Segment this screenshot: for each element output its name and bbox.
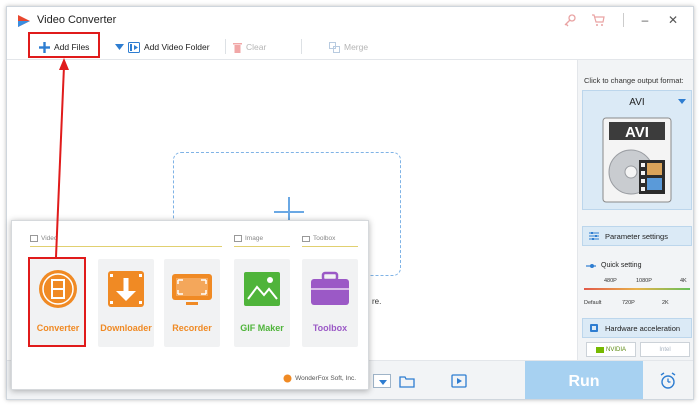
title-bar: Video Converter – ✕	[7, 7, 693, 34]
quick-setting-header: Quick setting	[586, 262, 641, 269]
output-format-name: AVI	[629, 97, 645, 108]
parameter-settings-label: Parameter settings	[605, 231, 668, 241]
merge-icon	[329, 41, 340, 53]
recorder-tile[interactable]: Recorder	[164, 259, 220, 347]
download-film-icon	[108, 271, 144, 307]
section-image-header: Image	[234, 235, 263, 242]
section-toolbox-header: Toolbox	[302, 235, 335, 242]
popup-footer: WonderFox Soft, Inc.	[283, 374, 356, 383]
quick-setting-icon	[586, 263, 596, 268]
drop-hint-text: re.	[372, 297, 382, 306]
cart-icon[interactable]	[591, 13, 605, 27]
company-name: WonderFox Soft, Inc.	[295, 375, 356, 382]
screen-recorder-icon	[172, 274, 212, 305]
quality-tick-720p: 720P	[622, 300, 635, 306]
quality-tick-480p: 480P	[604, 278, 617, 284]
toolbox-section-icon	[302, 236, 310, 242]
converter-highlight-box	[28, 257, 86, 347]
clear-button[interactable]: Clear	[233, 40, 266, 54]
add-files-highlight-box	[28, 32, 100, 58]
intel-label: Intel	[659, 346, 671, 353]
titlebar-divider	[623, 13, 624, 27]
parameter-settings-button[interactable]: Parameter settings	[582, 226, 692, 246]
image-section-icon	[234, 235, 242, 242]
toolbar-divider	[225, 39, 226, 54]
landscape-image-icon	[244, 272, 280, 306]
toolbar-divider	[301, 39, 302, 54]
sliders-icon	[589, 232, 599, 240]
quality-tick-default: Default	[584, 300, 602, 306]
output-format-caption: Click to change output format:	[584, 76, 684, 85]
add-video-folder-label: Add Video Folder	[144, 42, 210, 52]
nvidia-logo-icon	[595, 346, 604, 353]
clear-label: Clear	[246, 42, 267, 52]
output-format-selector[interactable]: AVI AVI	[582, 90, 692, 210]
section-toolbox-line	[302, 246, 358, 247]
gif-maker-label: GIF Maker	[240, 323, 284, 333]
section-image-label: Image	[245, 235, 264, 242]
section-toolbox-label: Toolbox	[313, 235, 336, 242]
quality-tick-4k: 4K	[680, 278, 687, 284]
hardware-acceleration-toggle[interactable]: Hardware acceleration	[582, 318, 692, 338]
output-folder-dropdown[interactable]	[373, 374, 391, 388]
downloader-label: Downloader	[100, 323, 152, 333]
section-video-header: Video	[30, 235, 58, 242]
key-icon[interactable]	[563, 13, 577, 27]
gif-maker-tile[interactable]: GIF Maker	[234, 259, 290, 347]
intel-option[interactable]: Intel	[640, 342, 690, 357]
section-image-line	[234, 246, 290, 247]
section-video-line	[30, 246, 222, 247]
nvidia-label: NVIDIA	[605, 346, 626, 353]
avi-file-icon: AVI	[602, 117, 672, 203]
run-button[interactable]: Run	[525, 361, 643, 399]
quality-tick-2k: 2K	[662, 300, 669, 306]
merge-label: Merge	[344, 42, 369, 52]
merge-button[interactable]: Merge	[329, 40, 368, 54]
add-video-folder-button[interactable]: Add Video Folder	[115, 40, 210, 54]
window-title: Video Converter	[37, 14, 117, 26]
chip-icon	[590, 324, 598, 332]
folder-icon[interactable]	[399, 373, 415, 389]
toolbox-label: Toolbox	[312, 323, 348, 333]
trash-icon	[233, 42, 242, 53]
close-button[interactable]: ✕	[663, 11, 683, 29]
quality-slider[interactable]	[584, 288, 690, 290]
alarm-clock-icon[interactable]	[659, 372, 677, 390]
section-video-label: Video	[41, 235, 58, 242]
quality-tick-1080p: 1080P	[636, 278, 652, 284]
minimize-button[interactable]: –	[635, 11, 655, 29]
toolbox-tile[interactable]: Toolbox	[302, 259, 358, 347]
quick-setting-label: Quick setting	[601, 262, 642, 269]
video-folder-icon	[128, 41, 140, 53]
recorder-label: Recorder	[172, 323, 212, 333]
nvidia-option[interactable]: NVIDIA	[586, 342, 636, 357]
dropdown-arrow-icon[interactable]	[115, 44, 124, 50]
downloader-tile[interactable]: Downloader	[98, 259, 154, 347]
toolbar: Add Files Add Video Folder Clear Merge	[7, 34, 693, 60]
toolbox-briefcase-icon	[311, 271, 349, 305]
app-logo-icon	[18, 15, 30, 27]
wonderfox-logo-icon	[283, 374, 292, 383]
format-dropdown-icon[interactable]	[678, 99, 686, 104]
output-panel: Click to change output format: AVI AVI P…	[577, 60, 693, 360]
video-output-icon[interactable]	[451, 373, 467, 389]
video-section-icon	[30, 235, 38, 242]
avi-icon-label: AVI	[625, 124, 649, 141]
hardware-acceleration-label: Hardware acceleration	[605, 323, 681, 333]
